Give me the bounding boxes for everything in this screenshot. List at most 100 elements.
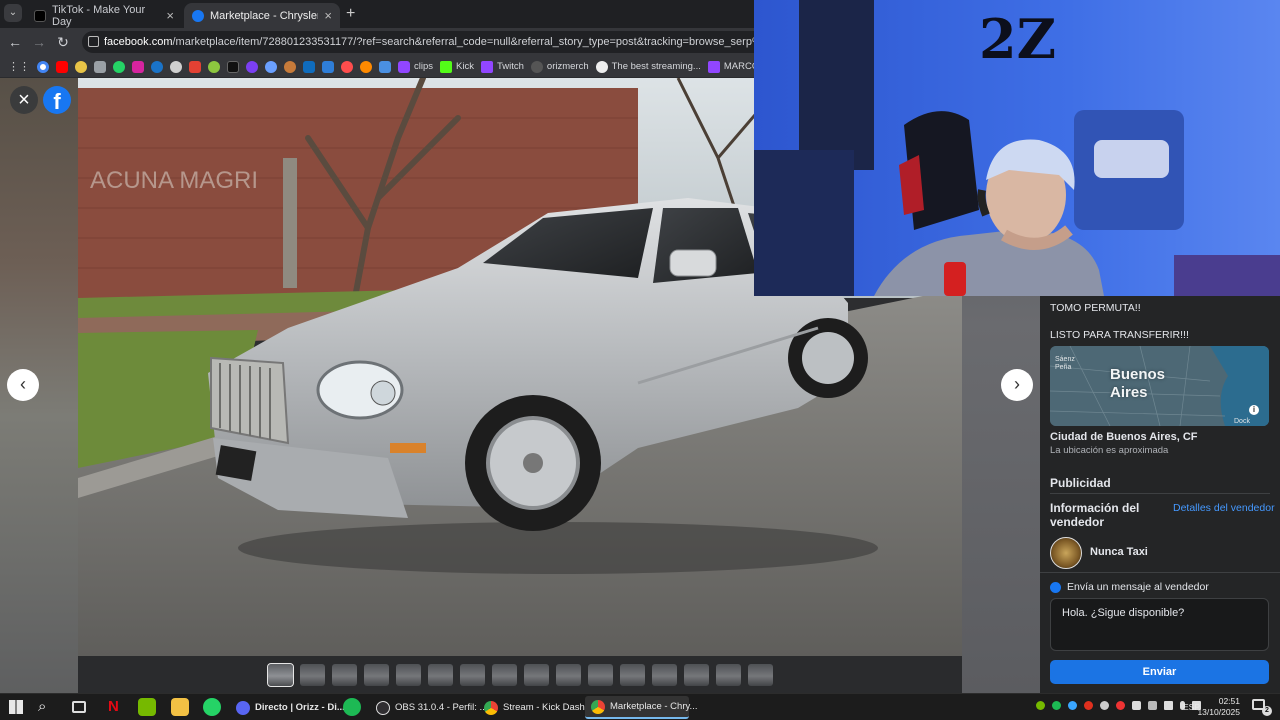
netflix-icon[interactable]: N	[108, 698, 119, 715]
location-note: La ubicación es aproximada	[1050, 445, 1169, 456]
bookmark-kick[interactable]: Kick	[440, 60, 474, 73]
bookmark-twitch[interactable]: Twitch	[480, 60, 524, 73]
tray-record-icon[interactable]	[1084, 701, 1093, 710]
chrome-icon	[591, 699, 605, 714]
bookmark-streaming[interactable]: The best streaming...	[595, 60, 701, 73]
tab-tiktok[interactable]: TikTok - Make Your Day ×	[26, 3, 182, 28]
windows-start-icon[interactable]	[9, 700, 23, 714]
obs-icon	[376, 700, 390, 715]
photo-thumbnail[interactable]	[587, 663, 613, 686]
discord-icon	[236, 700, 250, 715]
apps-grid-icon[interactable]: ⋮⋮	[8, 60, 30, 73]
reload-icon[interactable]: ↻	[51, 34, 75, 51]
bookmark-icon[interactable]	[75, 60, 87, 73]
outlook-icon[interactable]	[303, 60, 315, 73]
file-explorer-icon[interactable]	[171, 698, 189, 716]
photo-thumbnail[interactable]	[491, 663, 517, 686]
seller-avatar[interactable]	[1050, 537, 1082, 569]
chrome-icon	[484, 700, 498, 715]
photo-thumbnail[interactable]	[651, 663, 677, 686]
close-icon: ×	[18, 89, 30, 111]
whatsapp-icon[interactable]	[203, 698, 221, 716]
photo-thumbnail[interactable]	[299, 663, 325, 686]
chevron-left-icon: ‹	[20, 374, 26, 394]
taskbar-app-marketplace[interactable]: Marketplace - Chry...	[585, 696, 697, 719]
whatsapp-icon[interactable]	[113, 60, 125, 73]
bookmark-marco[interactable]: MARCO	[707, 60, 759, 73]
taskbar-app-kick[interactable]: Stream - Kick Dash...	[478, 696, 593, 719]
send-button[interactable]: Enviar	[1050, 660, 1269, 684]
streaming-icon	[595, 60, 608, 73]
bookmark-icon[interactable]	[284, 60, 296, 73]
back-icon[interactable]: ←	[3, 34, 27, 50]
taskbar-app-obs[interactable]: OBS 31.0.4 - Perfil: ...	[370, 696, 487, 719]
task-view-icon[interactable]	[72, 701, 86, 713]
forward-icon[interactable]: →	[27, 34, 51, 50]
bookmark-icon[interactable]	[265, 60, 277, 73]
tray-app-icon[interactable]	[1100, 701, 1109, 710]
new-tab-button[interactable]: +	[346, 5, 355, 23]
clock[interactable]: 02:51 13/10/2025	[1197, 696, 1240, 718]
url-host: facebook.com	[104, 36, 173, 48]
google-icon[interactable]	[37, 60, 49, 73]
search-icon[interactable]: ⌕	[38, 698, 46, 715]
tray-app-icon[interactable]	[1132, 701, 1141, 710]
tray-app-icon[interactable]	[1148, 701, 1157, 710]
bookmark-icon[interactable]	[94, 60, 106, 73]
close-viewer-button[interactable]: ×	[10, 86, 38, 114]
bookmark-icon[interactable]	[322, 60, 334, 73]
map-info-icon[interactable]: i	[1249, 405, 1259, 415]
previous-photo-button[interactable]: ‹	[7, 369, 39, 401]
nvidia-icon[interactable]	[138, 698, 156, 716]
photo-thumbnail[interactable]	[459, 663, 485, 686]
tab-marketplace[interactable]: Marketplace - Chrysler 300C 3.5 ×	[184, 3, 340, 28]
youtube-icon[interactable]	[56, 60, 68, 73]
photo-thumbnail[interactable]	[266, 662, 294, 687]
photo-thumbnail[interactable]	[715, 663, 741, 686]
tab-search-button[interactable]: ⌄	[4, 4, 22, 22]
tray-spotify-icon[interactable]	[1052, 701, 1061, 710]
taskbar-app-discord[interactable]: Directo | Orizz - Di...	[230, 696, 345, 719]
windows-taskbar: ⌕ N Directo | Orizz - Di... OBS 31.0.4 -…	[0, 693, 1280, 720]
bookmark-icon[interactable]	[246, 60, 258, 73]
photo-thumbnail[interactable]	[427, 663, 453, 686]
next-photo-button[interactable]: ›	[1001, 369, 1033, 401]
store-icon	[530, 60, 543, 73]
seller-details-link[interactable]: Detalles del vendedor	[1173, 502, 1275, 514]
photo-thumbnail[interactable]	[683, 663, 709, 686]
spotify-icon[interactable]	[343, 698, 361, 716]
bookmark-icon[interactable]	[360, 60, 372, 73]
network-icon[interactable]	[1164, 701, 1173, 710]
tray-nvidia-icon[interactable]	[1036, 701, 1045, 710]
bookmark-orizmerch[interactable]: orizmerch	[530, 60, 589, 73]
paypal-icon[interactable]	[151, 60, 163, 73]
tiktok-icon[interactable]	[227, 60, 239, 73]
bookmark-icon[interactable]	[208, 60, 220, 73]
tab-close-icon[interactable]: ×	[324, 8, 332, 23]
photo-thumbnail[interactable]	[395, 663, 421, 686]
messenger-icon	[1050, 582, 1061, 593]
bookmark-icon[interactable]	[379, 60, 391, 73]
clock-time: 02:51	[1218, 696, 1240, 706]
facebook-logo-icon[interactable]: f	[43, 86, 71, 114]
tab-close-icon[interactable]: ×	[166, 8, 174, 23]
bookmark-icon	[707, 60, 720, 73]
photo-thumbnail[interactable]	[523, 663, 549, 686]
instagram-icon[interactable]	[132, 60, 144, 73]
location-map[interactable]: Sáenz Peña Buenos Aires Dock i	[1050, 346, 1269, 426]
photo-thumbnail[interactable]	[363, 663, 389, 686]
message-input[interactable]: Hola. ¿Sigue disponible?	[1050, 598, 1269, 651]
photo-thumbnail[interactable]	[555, 663, 581, 686]
reddit-icon[interactable]	[170, 60, 182, 73]
tray-app-icon[interactable]	[1068, 701, 1077, 710]
bookmark-icon[interactable]	[341, 60, 353, 73]
site-info-icon[interactable]	[88, 36, 99, 47]
photo-thumbnail[interactable]	[747, 663, 773, 686]
bookmark-icon[interactable]	[189, 60, 201, 73]
bookmark-clips[interactable]: clips	[398, 60, 433, 73]
photo-thumbnail[interactable]	[619, 663, 645, 686]
notification-count-badge: 2	[1262, 706, 1272, 716]
seller-name[interactable]: Nunca Taxi	[1090, 546, 1148, 558]
tray-app-icon[interactable]	[1116, 701, 1125, 710]
photo-thumbnail[interactable]	[331, 663, 357, 686]
